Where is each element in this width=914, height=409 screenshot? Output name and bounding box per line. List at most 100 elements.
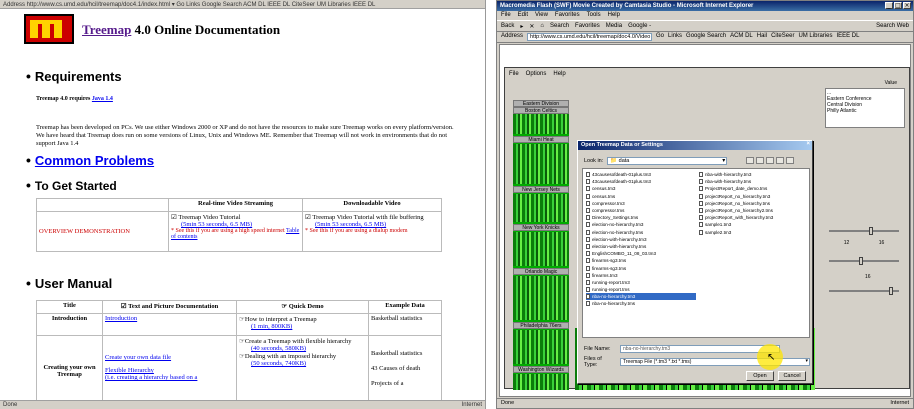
file-item[interactable]: compressor.tm3 [586, 200, 696, 207]
file-icon [586, 186, 590, 192]
file-item[interactable]: compressor.tms [586, 207, 696, 214]
file-item[interactable]: nba-no-hierarchy.tms [586, 300, 696, 307]
flexible-hierarchy-link[interactable]: Flexible Hierarchy [105, 367, 154, 374]
file-name: firearms-sg3.tms [592, 265, 627, 271]
flexible-hierarchy-note-link[interactable]: (i.e. creating a hierarchy based on a [105, 374, 197, 381]
maximize-button[interactable]: □ [894, 2, 902, 9]
menu-help[interactable]: Help [608, 12, 620, 19]
file-item[interactable]: projectReport_no_hierarchy.tms [699, 200, 809, 207]
back-button[interactable]: Back [501, 23, 514, 29]
menu-favorites[interactable]: Favorites [555, 12, 580, 19]
link-hail[interactable]: Hail [757, 33, 767, 41]
menu-tools[interactable]: Tools [587, 12, 601, 19]
file-icon [699, 222, 703, 228]
minimize-button[interactable]: _ [885, 2, 893, 9]
file-item[interactable]: election-with-hierarchy.tm3 [586, 236, 696, 243]
file-item[interactable]: nba-with-hierarchy.tm3 [699, 171, 809, 178]
hierarchy-list[interactable]: ... Eastern Conference Central Division … [825, 88, 905, 128]
requirements-heading: • Requirements [26, 68, 122, 84]
file-item[interactable]: EnglishCOMBO_11_08_03.tm3 [586, 250, 696, 257]
file-item[interactable]: census.tms [586, 193, 696, 200]
link-acm[interactable]: ACM DL [730, 33, 753, 41]
file-item[interactable]: census.tm3 [586, 185, 696, 192]
introduction-link[interactable]: Introduction [105, 315, 137, 322]
overview-label: OVERVIEW DEMONSTRATION [36, 211, 169, 252]
google-toolbar[interactable]: Google - [628, 23, 651, 29]
file-item[interactable]: 43causesofdeath-01plus.tm3 [586, 178, 696, 185]
menu-file[interactable]: File [501, 12, 511, 19]
app-menu-help[interactable]: Help [553, 71, 565, 78]
treemap-title-link[interactable]: Treemap [82, 22, 131, 37]
left-browser-window: Address http://www.cs.umd.edu/hcil/treem… [0, 0, 486, 409]
search-button[interactable]: Search [550, 23, 569, 29]
imposed-demo-link[interactable]: (50 seconds, 740KB) [251, 360, 306, 367]
file-item[interactable]: election-no-hierarchy.tms [586, 229, 696, 236]
media-button[interactable]: Media [606, 23, 622, 29]
common-problems-link[interactable]: Common Problems [35, 153, 154, 168]
close-button[interactable]: × [903, 2, 911, 9]
app-menu-file[interactable]: File [509, 71, 519, 78]
right-browser-window: Macromedia Flash (SWF) Movie Created by … [496, 0, 914, 409]
link-ieee[interactable]: IEEE DL [836, 33, 859, 41]
file-name: nba-no-hierarchy.tms [592, 301, 636, 307]
file-item[interactable]: 43causesofdeath-01plus.tm3 [586, 171, 696, 178]
file-item[interactable]: running-report.tm3 [586, 279, 696, 286]
java-link[interactable]: Java 1.4 [92, 96, 113, 102]
file-item[interactable]: sample1.tm3 [699, 221, 809, 228]
dialog-close-icon[interactable]: × [806, 141, 810, 147]
file-item[interactable]: Directory_Settings.tms [586, 214, 696, 221]
create-data-file-link[interactable]: Create your own data file [105, 354, 171, 361]
manual-table: Title ☑ Text and Picture Documentation ☞… [36, 300, 442, 406]
slider-2[interactable] [829, 257, 899, 265]
slider-3[interactable] [829, 287, 899, 295]
interpret-demo-link[interactable]: (1 min, 800KB) [251, 323, 292, 330]
up-folder-icon[interactable] [746, 157, 754, 164]
treemap-column[interactable]: Eastern Division Boston Celtics Miami He… [513, 100, 569, 390]
streaming-video-link[interactable]: (5min 53 seconds, 6.5 MB) [181, 221, 252, 228]
menu-view[interactable]: View [535, 12, 548, 19]
menu-edit[interactable]: Edit [518, 12, 528, 19]
file-item[interactable]: firearms.tm3 [586, 272, 696, 279]
home-button[interactable]: ⌂ [540, 23, 544, 29]
file-item[interactable]: election-no-hierarchy.tm3 [586, 221, 696, 228]
stop-button[interactable]: ✕ [529, 23, 534, 30]
file-name: sample2.tm3 [705, 229, 732, 235]
app-menu-options[interactable]: Options [526, 71, 547, 78]
file-name-input[interactable]: nba-no-hierarchy.tm3 [620, 345, 780, 353]
details-view-icon[interactable] [786, 157, 794, 164]
file-item[interactable]: nba-no-hierarchy.tm3 [586, 293, 696, 301]
left-address-bar[interactable]: Address http://www.cs.umd.edu/hcil/treem… [0, 0, 485, 9]
file-item[interactable]: projectReport_with_hierarchy.tm3 [699, 214, 809, 221]
new-folder-icon[interactable] [766, 157, 774, 164]
file-name: election-with-hierarchy.tms [592, 243, 647, 249]
file-item[interactable]: projectReport_no_hierarchy.tm3 [699, 193, 809, 200]
file-name: census.tm3 [592, 186, 616, 192]
file-item[interactable]: election-with-hierarchy.tms [586, 243, 696, 250]
link-um[interactable]: UM Libraries [798, 33, 832, 41]
open-button[interactable]: Open [746, 371, 774, 381]
file-item[interactable]: firearms-sg3.tms [586, 257, 696, 264]
go-button[interactable]: Go [656, 33, 664, 41]
list-view-icon[interactable] [776, 157, 784, 164]
home-folder-icon[interactable] [756, 157, 764, 164]
cancel-button[interactable]: Cancel [778, 371, 806, 381]
look-in-select[interactable]: 📁 data [607, 157, 728, 165]
file-icon [586, 243, 590, 249]
download-cell: ☑ Treemap Video Tutorial with file buffe… [302, 211, 442, 252]
forward-button[interactable]: ▸ [520, 23, 523, 30]
file-item[interactable]: firearms-sg3.tms [586, 264, 696, 271]
file-item[interactable]: ProjectReport_date_demo.tms [699, 185, 809, 192]
file-item[interactable]: nba-with-hierarchy.tms [699, 178, 809, 185]
search-web-button[interactable]: Search Web [876, 23, 909, 29]
file-item[interactable]: running-report.tms [586, 286, 696, 293]
link-google[interactable]: Google Search [686, 33, 726, 41]
address-input[interactable]: http://www.cs.umd.edu/hcil/treemap/doc4.… [527, 33, 653, 41]
download-video-link[interactable]: (5min 53 seconds, 6.5 MB) [315, 221, 386, 228]
file-name: projectReport_no_hierarchy2.tms [705, 208, 773, 214]
slider-1[interactable] [829, 227, 899, 235]
flexible-demo-link[interactable]: (40 seconds, 580KB) [251, 345, 306, 352]
favorites-button[interactable]: Favorites [575, 23, 600, 29]
link-citeseer[interactable]: CiteSeer [771, 33, 794, 41]
file-item[interactable]: projectReport_no_hierarchy2.tms [699, 207, 809, 214]
file-item[interactable]: sample2.tm3 [699, 229, 809, 236]
